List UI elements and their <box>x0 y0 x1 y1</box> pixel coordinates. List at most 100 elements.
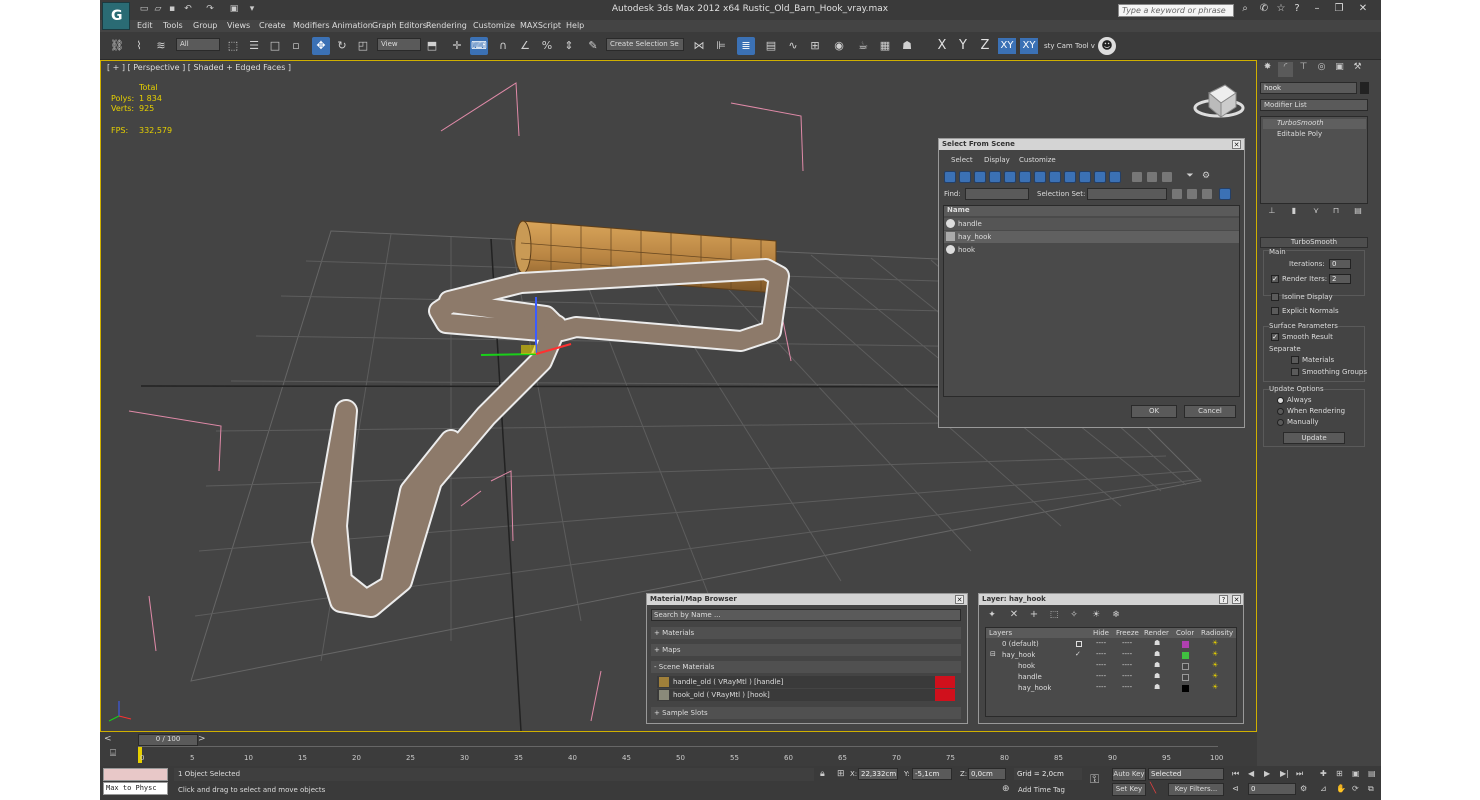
layer-row[interactable]: ⊟ hay_hook ✓ ---- ---- ☗ ☀ <box>986 650 1236 661</box>
isoline-display-checkbox[interactable] <box>1271 293 1279 301</box>
materials-section[interactable]: + Materials <box>651 627 961 639</box>
add-to-layer-icon[interactable]: + <box>1027 608 1041 622</box>
lock-selection-icon[interactable]: 🔒︎ <box>820 769 830 779</box>
x-coordinate-field[interactable]: 22,332cm <box>858 768 898 780</box>
render-setup-icon[interactable]: ☕ <box>854 37 872 55</box>
render-iters-checkbox[interactable]: ✓ <box>1271 275 1279 283</box>
radiosity-icon[interactable]: ☀ <box>1212 661 1218 669</box>
material-row[interactable]: handle_old ( VRayMtl ) [handle] <box>657 676 955 688</box>
display-cameras-icon[interactable] <box>989 171 1001 183</box>
display-xrefs-icon[interactable] <box>1049 171 1061 183</box>
display-groups-icon[interactable] <box>1034 171 1046 183</box>
freeze-toggle[interactable]: ---- <box>1122 650 1132 658</box>
layer-row[interactable]: hook ---- ---- ☗ ☀ <box>986 661 1236 672</box>
show-end-result-icon[interactable]: ▮ <box>1287 204 1301 218</box>
current-frame-field[interactable]: 0 <box>1248 783 1296 795</box>
freeze-toggle[interactable]: ---- <box>1122 661 1132 669</box>
restrict-z-button[interactable]: Z <box>976 38 994 54</box>
render-iters-spinner[interactable]: 2 <box>1329 274 1351 284</box>
select-all-icon[interactable] <box>1171 188 1183 200</box>
motion-tab-icon[interactable]: ◎ <box>1314 62 1329 77</box>
select-dialog-menu-customize[interactable]: Customize <box>1019 156 1056 164</box>
make-unique-icon[interactable]: ⋎ <box>1309 204 1323 218</box>
set-key-icon[interactable]: ⚿ <box>1090 772 1108 786</box>
new-file-icon[interactable]: ▭ <box>138 4 150 16</box>
absolute-mode-icon[interactable]: ⊞ <box>837 769 847 779</box>
layer-color-swatch[interactable] <box>1182 685 1189 692</box>
select-scale-icon[interactable]: ◰ <box>354 37 372 55</box>
link-icon[interactable]: ⛓ <box>108 37 126 55</box>
radiosity-icon[interactable]: ☀ <box>1212 672 1218 680</box>
angle-snap-icon[interactable]: ∠ <box>516 37 534 55</box>
display-geometry-icon[interactable] <box>944 171 956 183</box>
col-render[interactable]: Render <box>1144 629 1169 637</box>
app-logo-button[interactable]: G <box>102 2 130 30</box>
select-dialog-menu-select[interactable]: Select <box>951 156 973 164</box>
select-manipulate-icon[interactable]: ✛ <box>448 37 466 55</box>
utilities-tab-icon[interactable]: ⚒ <box>1350 62 1365 77</box>
selection-filter-dropdown[interactable]: All <box>176 38 220 51</box>
freeze-toggle[interactable]: ---- <box>1122 683 1132 691</box>
align-icon[interactable]: ⊫ <box>712 37 730 55</box>
add-time-tag-button[interactable]: Add Time Tag <box>1018 786 1065 794</box>
freeze-toggle[interactable]: ---- <box>1122 639 1132 647</box>
hide-toggle[interactable]: ---- <box>1096 650 1106 658</box>
ok-button[interactable]: OK <box>1131 405 1177 418</box>
display-frozen-icon[interactable] <box>1094 171 1106 183</box>
select-dialog-close-icon[interactable]: ✕ <box>1232 140 1241 149</box>
explicit-normals-checkbox[interactable] <box>1271 307 1279 315</box>
stack-item-editable-poly[interactable]: Editable Poly <box>1263 130 1366 140</box>
delete-layer-icon[interactable]: ✕ <box>1007 608 1021 622</box>
rendered-frame-window-icon[interactable]: ▦ <box>876 37 894 55</box>
maxscript-listener-top[interactable] <box>103 768 168 781</box>
material-browser-close-icon[interactable]: ✕ <box>955 595 964 604</box>
bind-space-warp-icon[interactable]: ≋ <box>152 37 170 55</box>
render-teapot-icon[interactable]: ☗ <box>1154 683 1160 691</box>
object-name-input[interactable]: hook <box>1260 82 1357 94</box>
unlink-icon[interactable]: ⌇ <box>130 37 148 55</box>
named-selection-dropdown[interactable]: Create Selection Se <box>606 38 684 51</box>
restrict-y-button[interactable]: Y <box>954 38 972 54</box>
highlight-layer-icon[interactable]: ✧ <box>1067 608 1081 622</box>
layer-color-swatch[interactable] <box>1182 663 1189 670</box>
key-mode-toggle-icon[interactable]: ⊲ <box>1232 784 1244 794</box>
undo-icon[interactable]: ↶ <box>182 4 194 16</box>
modifier-list-dropdown[interactable]: Modifier List <box>1260 99 1368 111</box>
zoom-extents-icon[interactable]: ▣ <box>1352 769 1364 779</box>
save-file-icon[interactable]: ▪ <box>166 4 178 16</box>
separate-smoothing-groups-checkbox[interactable] <box>1291 368 1299 376</box>
keyboard-shortcut-toggle-icon[interactable]: ⌨ <box>470 37 488 55</box>
pin-stack-icon[interactable]: ⊥ <box>1265 204 1279 218</box>
radiosity-icon[interactable]: ☀ <box>1212 650 1218 658</box>
display-tab-icon[interactable]: ▣ <box>1332 62 1347 77</box>
key-mode-dropdown[interactable]: Selected <box>1148 768 1224 780</box>
stack-item-turbosmooth[interactable]: TurboSmooth <box>1263 119 1366 129</box>
smooth-result-checkbox[interactable]: ✓ <box>1271 333 1279 341</box>
radiosity-icon[interactable]: ☀ <box>1212 639 1218 647</box>
select-by-name-icon[interactable]: ☰ <box>245 37 263 55</box>
trackbar-toggle-icon[interactable]: ⌸ <box>110 748 134 762</box>
auto-key-button[interactable]: Auto Key <box>1112 768 1146 781</box>
hide-toggle[interactable]: ---- <box>1096 672 1106 680</box>
timeline-prev-icon[interactable]: < <box>104 734 118 746</box>
separate-materials-checkbox[interactable] <box>1291 356 1299 364</box>
freeze-toggle[interactable]: ---- <box>1122 672 1132 680</box>
update-always-radio[interactable] <box>1277 397 1284 404</box>
iterations-spinner[interactable]: 0 <box>1329 259 1351 269</box>
select-dialog-menu-display[interactable]: Display <box>984 156 1010 164</box>
find-input[interactable] <box>965 188 1029 200</box>
field-of-view-icon[interactable]: ⊿ <box>1320 784 1332 794</box>
previous-frame-icon[interactable]: ◀ <box>1248 769 1260 779</box>
redo-icon[interactable]: ↷ <box>204 4 216 16</box>
layer-color-swatch[interactable] <box>1182 641 1189 648</box>
update-button[interactable]: Update <box>1283 432 1345 444</box>
zoom-icon[interactable]: ✚ <box>1320 769 1332 779</box>
menu-maxscript[interactable]: MAXScript <box>520 21 561 30</box>
layer-manager-icon[interactable]: ≣ <box>737 37 755 55</box>
percent-snap-icon[interactable]: % <box>538 37 556 55</box>
object-color-swatch[interactable] <box>1360 82 1369 94</box>
zoom-all-icon[interactable]: ⊞ <box>1336 769 1348 779</box>
hide-toggle[interactable]: ---- <box>1096 661 1106 669</box>
filter-icon[interactable]: ⏷ <box>1183 169 1197 183</box>
snaps-toggle-icon[interactable]: ∩ <box>494 37 512 55</box>
